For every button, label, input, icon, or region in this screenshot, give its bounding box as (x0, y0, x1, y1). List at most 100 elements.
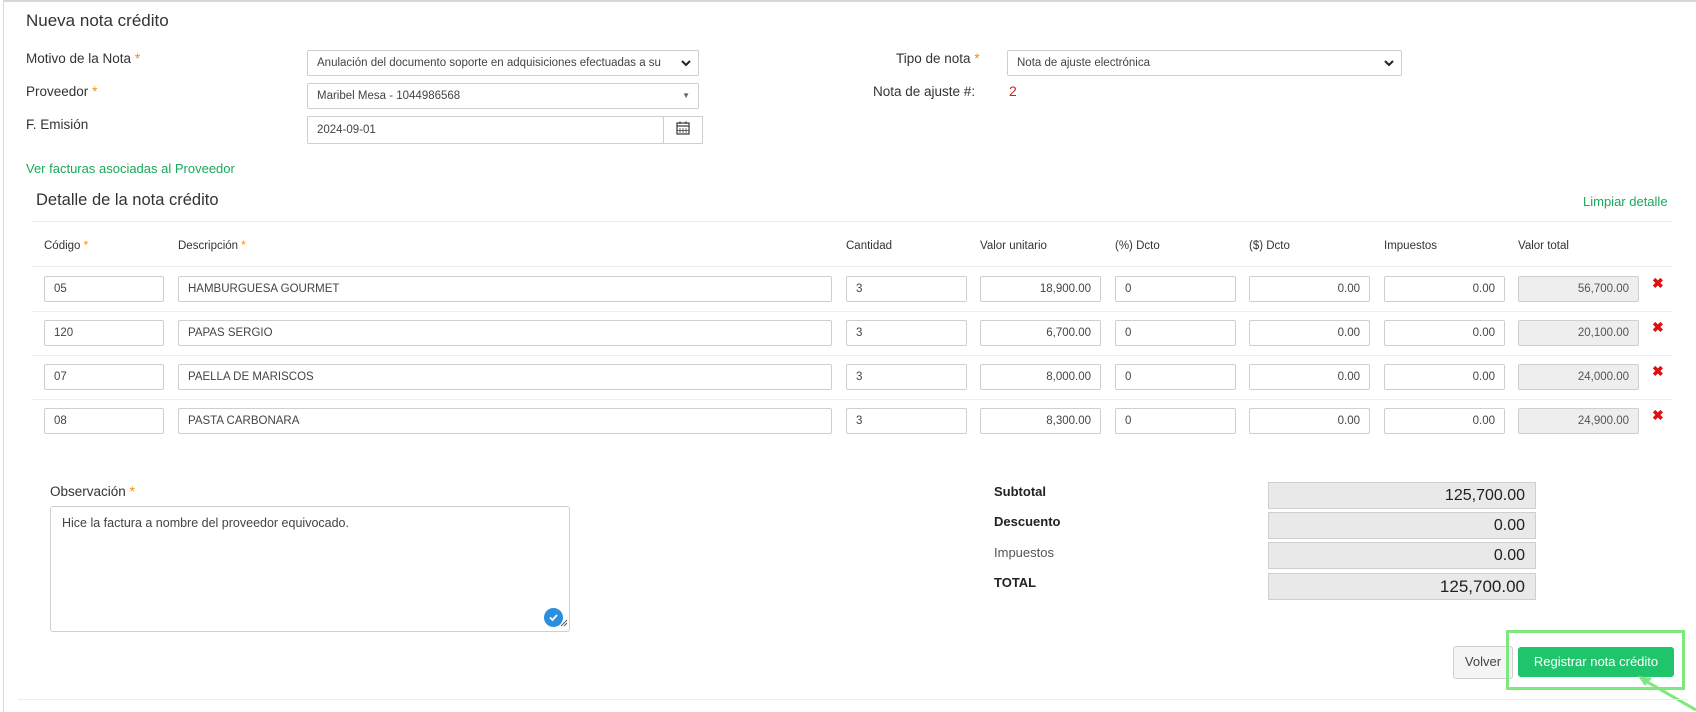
delete-row-icon[interactable]: ✖ (1652, 407, 1664, 424)
valor-unitario-input[interactable]: 6,700.00 (980, 320, 1101, 346)
cantidad-input[interactable]: 3 (846, 408, 967, 434)
required-mark: * (83, 240, 89, 252)
caret-down-icon: ▼ (682, 91, 690, 100)
calendar-button[interactable] (663, 116, 703, 144)
dcto-input[interactable]: 0.00 (1249, 408, 1370, 434)
dcto-input[interactable]: 0.00 (1249, 320, 1370, 346)
tipo-select[interactable]: Nota de ajuste electrónica (1007, 50, 1402, 76)
header-codigo-text: Código (44, 240, 81, 252)
header-valor-unitario: Valor unitario (980, 240, 1047, 252)
total-label: TOTAL (994, 575, 1037, 590)
motivo-label: Motivo de la Nota * (26, 51, 140, 66)
descripcion-input[interactable]: PAPAS SERGIO (178, 320, 832, 346)
required-mark: * (241, 240, 246, 252)
impuestos-input[interactable]: 0.00 (1384, 364, 1505, 390)
pct-dcto-input[interactable]: 0 (1115, 320, 1236, 346)
cantidad-input[interactable]: 3 (846, 320, 967, 346)
header-impuestos: Impuestos (1384, 240, 1438, 252)
impuestos-value: 0.00 (1268, 542, 1536, 569)
codigo-input[interactable]: 08 (44, 408, 164, 434)
header-pct-dcto: (%) Dcto (1115, 240, 1160, 252)
divider (32, 399, 1672, 400)
descripcion-input[interactable]: PASTA CARBONARA (178, 408, 832, 434)
detail-title: Detalle de la nota crédito (36, 191, 219, 209)
codigo-input[interactable]: 07 (44, 364, 164, 390)
observacion-label: Observación * (50, 484, 135, 499)
required-mark: * (92, 84, 98, 99)
emision-label: F. Emisión (26, 117, 89, 132)
chevron-down-icon (1383, 51, 1395, 75)
proveedor-select-value: Maribel Mesa - 1044986568 (317, 90, 461, 102)
tipo-select-value: Nota de ajuste electrónica (1017, 57, 1150, 69)
descripcion-input[interactable]: PAELLA DE MARISCOS (178, 364, 832, 390)
subtotal-value: 125,700.00 (1268, 482, 1536, 509)
header-dcto: ($) Dcto (1249, 240, 1290, 252)
observacion-text: Hice la factura a nombre del proveedor e… (62, 516, 349, 530)
divider (32, 266, 1672, 267)
required-mark: * (974, 51, 980, 66)
motivo-select-value: Anulación del documento soporte en adqui… (317, 57, 661, 69)
ajuste-label: Nota de ajuste #: (873, 84, 976, 99)
limpiar-detalle-link[interactable]: Limpiar detalle (1583, 194, 1668, 209)
valor-unitario-input[interactable]: 18,900.00 (980, 276, 1101, 302)
ver-facturas-link[interactable]: Ver facturas asociadas al Proveedor (26, 161, 235, 176)
impuestos-label: Impuestos (994, 545, 1054, 560)
header-valor-total: Valor total (1518, 240, 1569, 252)
chevron-down-icon (680, 51, 692, 75)
dcto-input[interactable]: 0.00 (1249, 276, 1370, 302)
credit-note-form: Nueva nota crédito Motivo de la Nota * A… (3, 0, 1696, 712)
valor-total-field: 24,000.00 (1518, 364, 1639, 390)
impuestos-input[interactable]: 0.00 (1384, 276, 1505, 302)
valor-total-field: 20,100.00 (1518, 320, 1639, 346)
descuento-value: 0.00 (1268, 512, 1536, 539)
emision-date-input[interactable]: 2024-09-01 (307, 116, 664, 144)
impuestos-input[interactable]: 0.00 (1384, 320, 1505, 346)
motivo-select[interactable]: Anulación del documento soporte en adqui… (307, 50, 699, 76)
volver-button[interactable]: Volver (1453, 646, 1513, 679)
ajuste-number: 2 (1009, 83, 1017, 99)
impuestos-input[interactable]: 0.00 (1384, 408, 1505, 434)
motivo-label-text: Motivo de la Nota (26, 51, 132, 66)
required-mark: * (134, 51, 141, 66)
divider (32, 221, 1672, 222)
delete-row-icon[interactable]: ✖ (1652, 319, 1664, 336)
cantidad-input[interactable]: 3 (846, 364, 967, 390)
pointer-arrow-icon (1638, 676, 1696, 712)
delete-row-icon[interactable]: ✖ (1652, 275, 1664, 292)
header-cantidad: Cantidad (846, 240, 893, 252)
descuento-label: Descuento (994, 514, 1061, 529)
valor-total-field: 56,700.00 (1518, 276, 1639, 302)
tipo-label-text: Tipo de nota (896, 51, 971, 66)
subtotal-label: Subtotal (994, 484, 1046, 499)
proveedor-label-text: Proveedor (26, 84, 89, 99)
delete-row-icon[interactable]: ✖ (1652, 363, 1664, 380)
proveedor-label: Proveedor * (26, 84, 97, 99)
calendar-icon (676, 121, 690, 140)
registrar-nota-button[interactable]: Registrar nota crédito (1518, 647, 1674, 677)
header-descripcion: Descripción * (178, 240, 246, 252)
resize-handle-icon[interactable] (560, 616, 568, 630)
page-title: Nueva nota crédito (26, 11, 169, 30)
cantidad-input[interactable]: 3 (846, 276, 967, 302)
observacion-label-text: Observación (50, 484, 126, 499)
codigo-input[interactable]: 05 (44, 276, 164, 302)
valor-unitario-input[interactable]: 8,000.00 (980, 364, 1101, 390)
observacion-textarea[interactable]: Hice la factura a nombre del proveedor e… (50, 506, 570, 632)
pct-dcto-input[interactable]: 0 (1115, 408, 1236, 434)
valor-unitario-input[interactable]: 8,300.00 (980, 408, 1101, 434)
pct-dcto-input[interactable]: 0 (1115, 364, 1236, 390)
header-descripcion-text: Descripción (178, 240, 239, 252)
codigo-input[interactable]: 120 (44, 320, 164, 346)
descripcion-input[interactable]: HAMBURGUESA GOURMET (178, 276, 832, 302)
valor-total-field: 24,900.00 (1518, 408, 1639, 434)
tipo-label: Tipo de nota * (896, 51, 980, 66)
header-codigo: Código * (44, 240, 88, 252)
proveedor-select[interactable]: Maribel Mesa - 1044986568 ▼ (307, 83, 699, 109)
required-mark: * (129, 484, 135, 499)
pct-dcto-input[interactable]: 0 (1115, 276, 1236, 302)
divider (32, 311, 1672, 312)
dcto-input[interactable]: 0.00 (1249, 364, 1370, 390)
divider (32, 355, 1672, 356)
total-value: 125,700.00 (1268, 573, 1536, 600)
divider (18, 699, 1688, 700)
